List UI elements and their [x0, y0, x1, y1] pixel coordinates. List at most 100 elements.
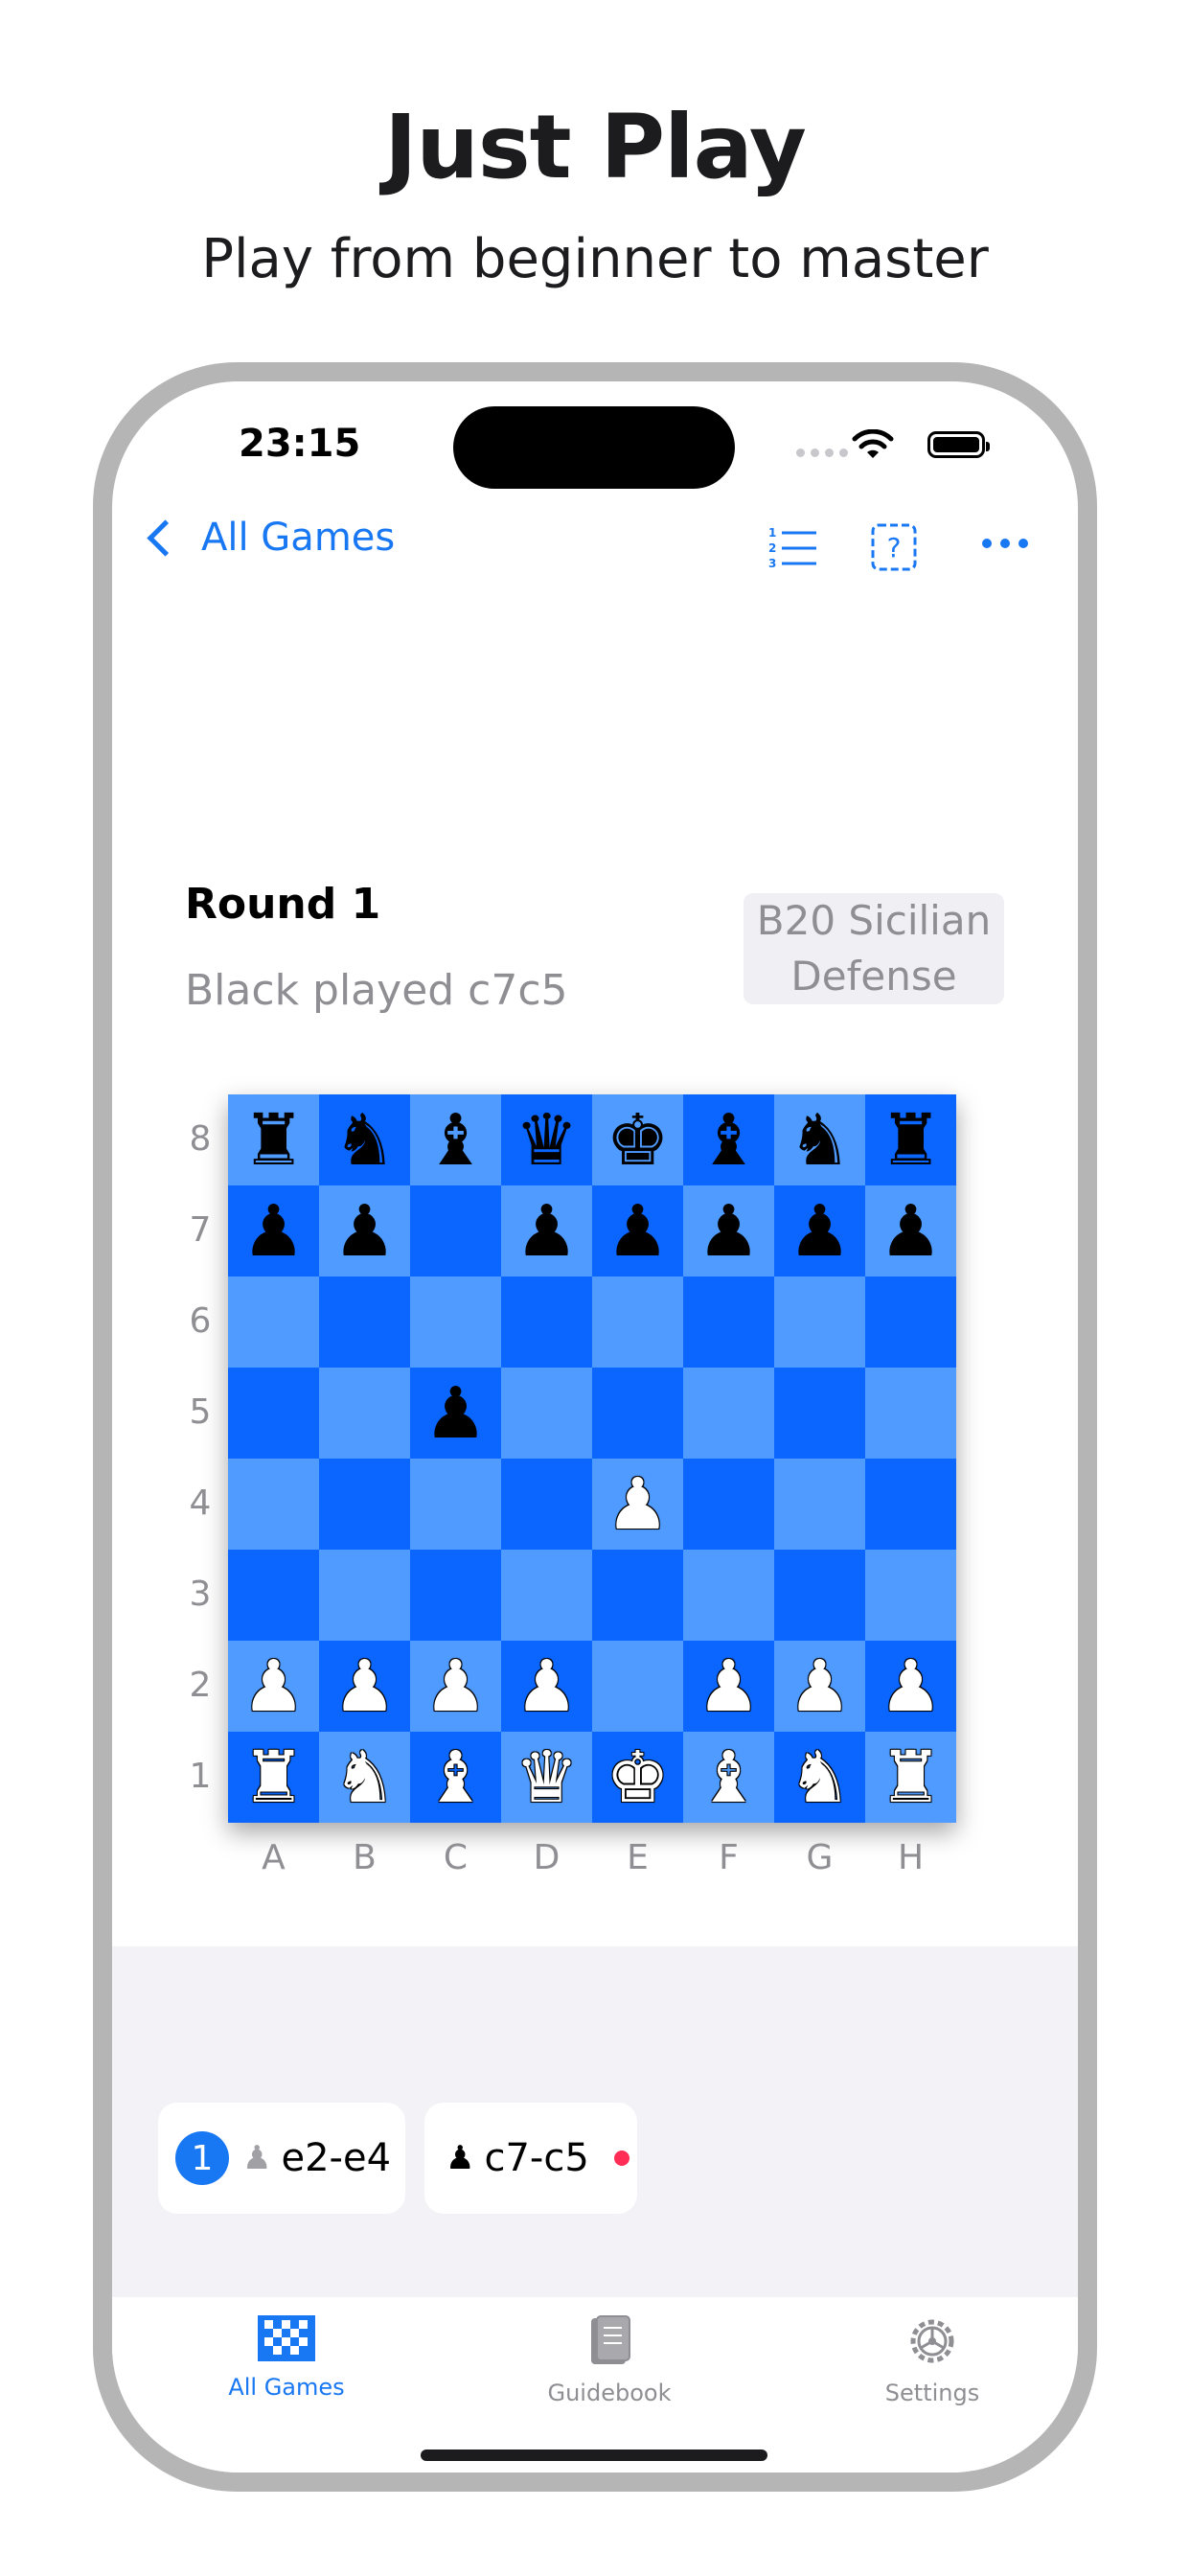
- chess-board[interactable]: ♜ ♞ ♝ ♛ ♚ ♝ ♞ ♜ ♟ ♟ ♟ ♟ ♟ ♟ ♟ ♟ ♟ ♟ ♟ ♟ ♟ ♟ ♟ ♟ ♜ ♞ ♝ ♛ ♚ ♝ ♞ ♜: [228, 1094, 956, 1823]
- move-chip-black[interactable]: ♟ c7-c5: [424, 2103, 637, 2214]
- white-rook-icon[interactable]: ♜: [241, 1742, 305, 1813]
- square-c5[interactable]: ♟: [410, 1368, 501, 1459]
- black-pawn-icon[interactable]: ♟: [515, 1196, 578, 1267]
- black-king-icon[interactable]: ♚: [606, 1105, 669, 1176]
- square-g4[interactable]: [774, 1459, 865, 1550]
- square-g5[interactable]: [774, 1368, 865, 1459]
- black-pawn-icon[interactable]: ♟: [788, 1196, 851, 1267]
- white-pawn-icon[interactable]: ♟: [515, 1651, 578, 1722]
- square-g8[interactable]: ♞: [774, 1094, 865, 1185]
- square-b1[interactable]: ♞: [319, 1732, 410, 1823]
- square-f3[interactable]: [683, 1550, 774, 1641]
- square-c8[interactable]: ♝: [410, 1094, 501, 1185]
- square-c4[interactable]: [410, 1459, 501, 1550]
- black-bishop-icon[interactable]: ♝: [697, 1105, 760, 1176]
- square-g1[interactable]: ♞: [774, 1732, 865, 1823]
- white-pawn-icon[interactable]: ♟: [241, 1651, 305, 1722]
- square-g3[interactable]: [774, 1550, 865, 1641]
- square-e3[interactable]: [592, 1550, 683, 1641]
- white-pawn-icon[interactable]: ♟: [332, 1651, 396, 1722]
- white-pawn-icon[interactable]: ♟: [606, 1469, 669, 1540]
- more-icon[interactable]: [980, 537, 1030, 550]
- square-d6[interactable]: [501, 1276, 592, 1368]
- square-e8[interactable]: ♚: [592, 1094, 683, 1185]
- tab-guidebook[interactable]: Guidebook: [514, 2314, 705, 2406]
- square-h6[interactable]: [865, 1276, 956, 1368]
- black-rook-icon[interactable]: ♜: [879, 1105, 942, 1176]
- square-h7[interactable]: ♟: [865, 1185, 956, 1276]
- white-king-icon[interactable]: ♚: [606, 1742, 669, 1813]
- square-f4[interactable]: [683, 1459, 774, 1550]
- black-pawn-icon[interactable]: ♟: [241, 1196, 305, 1267]
- black-queen-icon[interactable]: ♛: [515, 1105, 578, 1176]
- white-bishop-icon[interactable]: ♝: [697, 1742, 760, 1813]
- square-f6[interactable]: [683, 1276, 774, 1368]
- square-c1[interactable]: ♝: [410, 1732, 501, 1823]
- white-pawn-icon[interactable]: ♟: [788, 1651, 851, 1722]
- black-knight-icon[interactable]: ♞: [332, 1105, 396, 1176]
- black-pawn-icon[interactable]: ♟: [423, 1378, 487, 1449]
- white-pawn-icon[interactable]: ♟: [697, 1651, 760, 1722]
- black-bishop-icon[interactable]: ♝: [423, 1105, 487, 1176]
- square-h3[interactable]: [865, 1550, 956, 1641]
- square-b6[interactable]: [319, 1276, 410, 1368]
- white-pawn-icon[interactable]: ♟: [423, 1651, 487, 1722]
- move-chip-white[interactable]: 1 ♟ e2-e4: [158, 2103, 405, 2214]
- square-d8[interactable]: ♛: [501, 1094, 592, 1185]
- square-f2[interactable]: ♟: [683, 1641, 774, 1732]
- square-c7[interactable]: [410, 1185, 501, 1276]
- tab-all-games[interactable]: All Games: [191, 2314, 382, 2401]
- square-e1[interactable]: ♚: [592, 1732, 683, 1823]
- square-h2[interactable]: ♟: [865, 1641, 956, 1732]
- square-b4[interactable]: [319, 1459, 410, 1550]
- square-g2[interactable]: ♟: [774, 1641, 865, 1732]
- tab-settings[interactable]: Settings: [836, 2314, 1028, 2406]
- square-g6[interactable]: [774, 1276, 865, 1368]
- square-a5[interactable]: [228, 1368, 319, 1459]
- black-knight-icon[interactable]: ♞: [788, 1105, 851, 1176]
- square-b2[interactable]: ♟: [319, 1641, 410, 1732]
- square-e5[interactable]: [592, 1368, 683, 1459]
- black-pawn-icon[interactable]: ♟: [332, 1196, 396, 1267]
- white-bishop-icon[interactable]: ♝: [423, 1742, 487, 1813]
- square-b8[interactable]: ♞: [319, 1094, 410, 1185]
- square-f5[interactable]: [683, 1368, 774, 1459]
- white-pawn-icon[interactable]: ♟: [879, 1651, 942, 1722]
- square-h4[interactable]: [865, 1459, 956, 1550]
- square-h8[interactable]: ♜: [865, 1094, 956, 1185]
- square-a8[interactable]: ♜: [228, 1094, 319, 1185]
- back-button[interactable]: All Games: [143, 516, 395, 560]
- square-a7[interactable]: ♟: [228, 1185, 319, 1276]
- help-icon[interactable]: ?: [871, 523, 917, 571]
- black-rook-icon[interactable]: ♜: [241, 1105, 305, 1176]
- square-f7[interactable]: ♟: [683, 1185, 774, 1276]
- square-d5[interactable]: [501, 1368, 592, 1459]
- square-d3[interactable]: [501, 1550, 592, 1641]
- black-pawn-icon[interactable]: ♟: [606, 1196, 669, 1267]
- square-f1[interactable]: ♝: [683, 1732, 774, 1823]
- black-pawn-icon[interactable]: ♟: [879, 1196, 942, 1267]
- square-a1[interactable]: ♜: [228, 1732, 319, 1823]
- square-g7[interactable]: ♟: [774, 1185, 865, 1276]
- square-h5[interactable]: [865, 1368, 956, 1459]
- white-rook-icon[interactable]: ♜: [879, 1742, 942, 1813]
- numbered-list-icon[interactable]: 1 2 3: [768, 525, 818, 569]
- square-e2[interactable]: [592, 1641, 683, 1732]
- square-f8[interactable]: ♝: [683, 1094, 774, 1185]
- square-e7[interactable]: ♟: [592, 1185, 683, 1276]
- square-c3[interactable]: [410, 1550, 501, 1641]
- white-queen-icon[interactable]: ♛: [515, 1742, 578, 1813]
- square-d7[interactable]: ♟: [501, 1185, 592, 1276]
- white-knight-icon[interactable]: ♞: [332, 1742, 396, 1813]
- square-a6[interactable]: [228, 1276, 319, 1368]
- white-knight-icon[interactable]: ♞: [788, 1742, 851, 1813]
- square-d4[interactable]: [501, 1459, 592, 1550]
- square-c2[interactable]: ♟: [410, 1641, 501, 1732]
- square-d2[interactable]: ♟: [501, 1641, 592, 1732]
- square-e6[interactable]: [592, 1276, 683, 1368]
- square-a3[interactable]: [228, 1550, 319, 1641]
- square-e4[interactable]: ♟: [592, 1459, 683, 1550]
- square-h1[interactable]: ♜: [865, 1732, 956, 1823]
- square-a2[interactable]: ♟: [228, 1641, 319, 1732]
- square-a4[interactable]: [228, 1459, 319, 1550]
